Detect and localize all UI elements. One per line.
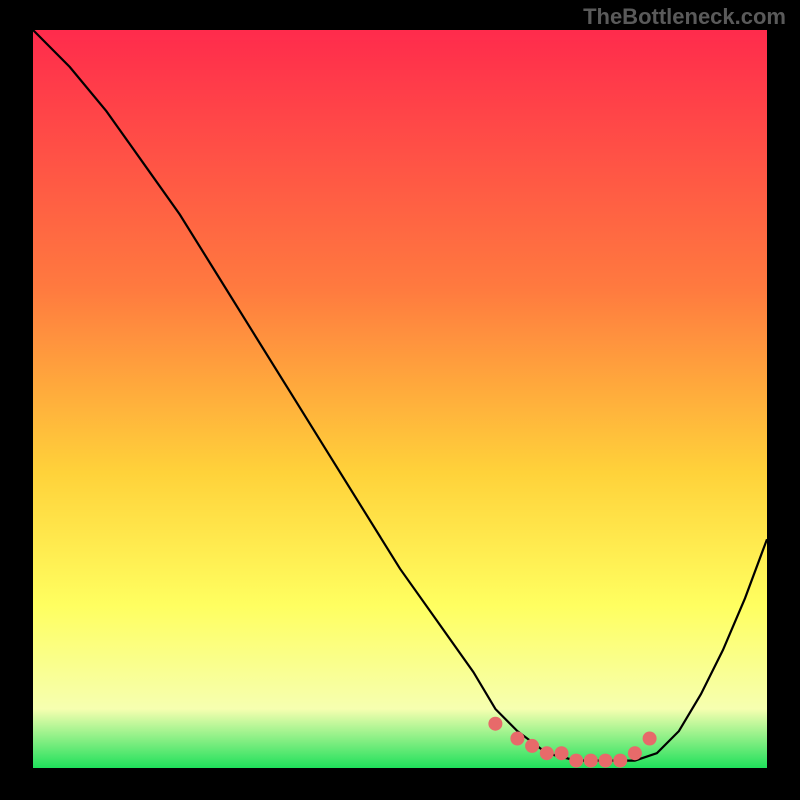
optimal-dot [569,754,583,768]
optimal-dot [599,754,613,768]
optimal-dot [613,754,627,768]
optimal-dot [488,717,502,731]
optimal-dot [555,746,569,760]
chart-container: TheBottleneck.com [0,0,800,800]
gradient-background [33,30,767,768]
optimal-dot [525,739,539,753]
optimal-dot [510,732,524,746]
optimal-dot [584,754,598,768]
optimal-dot [643,732,657,746]
plot-area [33,30,767,768]
optimal-dot [540,746,554,760]
chart-svg [33,30,767,768]
optimal-dot [628,746,642,760]
watermark-text: TheBottleneck.com [583,4,786,30]
